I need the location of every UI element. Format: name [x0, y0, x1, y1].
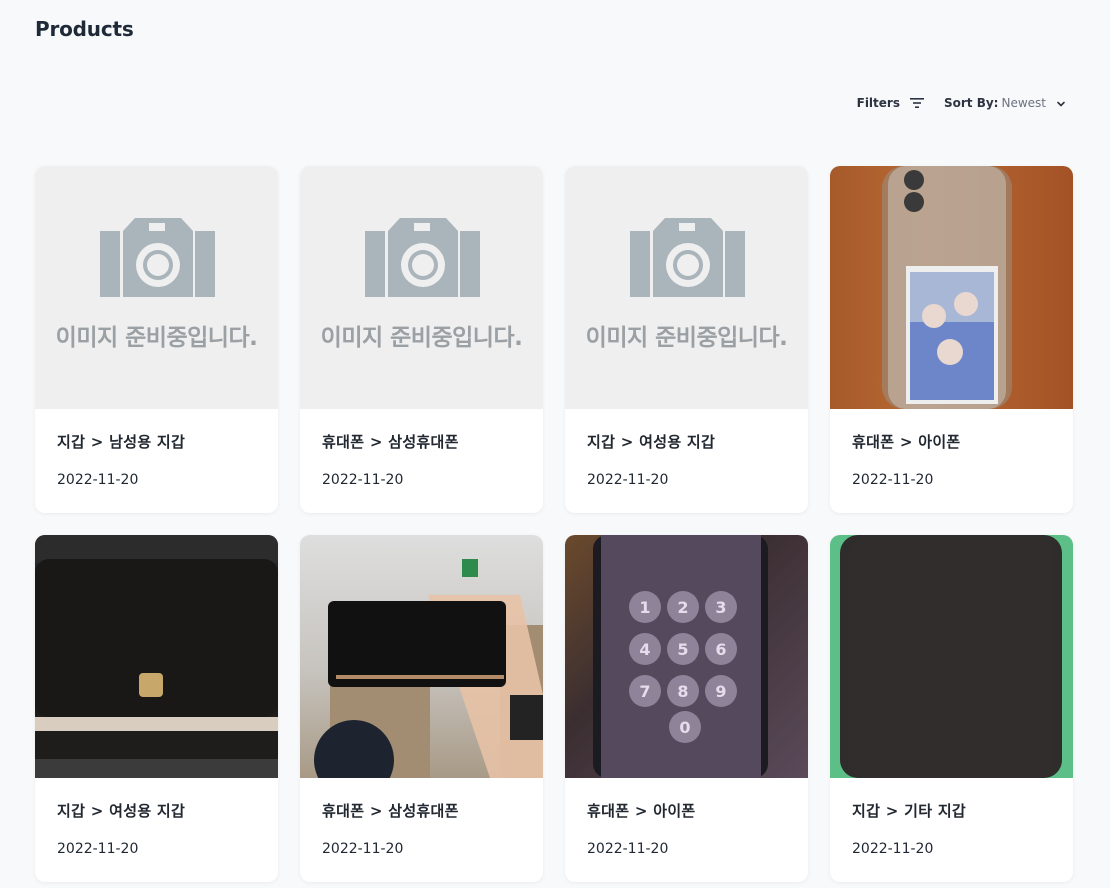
page-title: Products — [35, 17, 134, 41]
filters-label: Filters — [856, 96, 900, 110]
svg-text:0: 0 — [679, 718, 690, 737]
svg-text:8: 8 — [677, 682, 688, 701]
product-date: 2022-11-20 — [57, 841, 139, 857]
product-date: 2022-11-20 — [322, 472, 404, 488]
sort-value: Newest — [1001, 96, 1046, 110]
product-date: 2022-11-20 — [852, 841, 934, 857]
placeholder-text: 이미지 준비중입니다. — [55, 325, 258, 351]
product-image — [830, 166, 1073, 409]
product-date: 2022-11-20 — [852, 472, 934, 488]
product-card[interactable]: 이미지 준비중입니다. 지갑 > 남성용 지갑 2022-11-20 — [35, 166, 278, 513]
filter-icon — [909, 97, 924, 109]
toolbar: Filters Sort By: Newest — [857, 96, 1066, 110]
product-category: 지갑 > 남성용 지갑 — [57, 433, 186, 451]
product-category: 휴대폰 > 아이폰 — [587, 802, 696, 820]
sort-dropdown[interactable]: Sort By: Newest — [944, 96, 1066, 110]
product-date: 2022-11-20 — [587, 472, 669, 488]
product-card[interactable]: 휴대폰 > 아이폰 2022-11-20 — [830, 166, 1073, 513]
product-card[interactable]: 휴대폰 > 삼성휴대폰 2022-11-20 — [300, 535, 543, 882]
svg-text:1: 1 — [639, 598, 650, 617]
image-placeholder: 이미지 준비중입니다. — [35, 166, 278, 409]
product-image — [35, 535, 278, 778]
product-image — [830, 535, 1073, 778]
svg-text:5: 5 — [677, 640, 688, 659]
svg-text:6: 6 — [715, 640, 726, 659]
svg-text:9: 9 — [715, 682, 726, 701]
product-card[interactable]: 지갑 > 여성용 지갑 2022-11-20 — [35, 535, 278, 882]
svg-text:4: 4 — [639, 640, 650, 659]
placeholder-text: 이미지 준비중입니다. — [585, 325, 788, 351]
product-image — [300, 535, 543, 778]
image-placeholder: 이미지 준비중입니다. — [300, 166, 543, 409]
product-card[interactable]: 1 2 3 4 5 6 7 8 9 0 휴대폰 > 아이폰 2022-11-20 — [565, 535, 808, 882]
product-category: 휴대폰 > 삼성휴대폰 — [322, 802, 459, 820]
product-card[interactable]: 지갑 > 기타 지갑 2022-11-20 — [830, 535, 1073, 882]
product-category: 지갑 > 여성용 지갑 — [57, 802, 186, 820]
filters-button[interactable]: Filters — [857, 96, 924, 110]
product-image: 1 2 3 4 5 6 7 8 9 0 — [565, 535, 808, 778]
product-category: 지갑 > 여성용 지갑 — [587, 433, 716, 451]
sort-label: Sort By: — [943, 96, 999, 110]
product-date: 2022-11-20 — [587, 841, 669, 857]
product-category: 휴대폰 > 아이폰 — [852, 433, 961, 451]
chevron-down-icon — [1056, 98, 1066, 108]
svg-text:7: 7 — [639, 682, 650, 701]
product-grid: 이미지 준비중입니다. 지갑 > 남성용 지갑 2022-11-20 이미지 준… — [35, 166, 1073, 882]
product-card[interactable]: 이미지 준비중입니다. 휴대폰 > 삼성휴대폰 2022-11-20 — [300, 166, 543, 513]
svg-text:2: 2 — [677, 598, 688, 617]
product-category: 지갑 > 기타 지갑 — [852, 802, 967, 820]
product-date: 2022-11-20 — [57, 472, 139, 488]
placeholder-text: 이미지 준비중입니다. — [320, 325, 523, 351]
svg-text:3: 3 — [715, 598, 726, 617]
product-category: 휴대폰 > 삼성휴대폰 — [322, 433, 459, 451]
image-placeholder: 이미지 준비중입니다. — [565, 166, 808, 409]
product-card[interactable]: 이미지 준비중입니다. 지갑 > 여성용 지갑 2022-11-20 — [565, 166, 808, 513]
product-date: 2022-11-20 — [322, 841, 404, 857]
